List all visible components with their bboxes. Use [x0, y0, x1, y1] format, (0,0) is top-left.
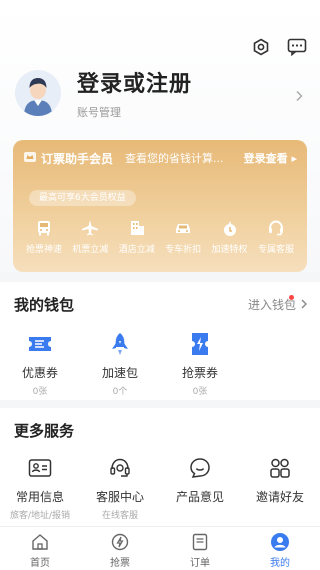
- services-items: 常用信息 旅客/地址/报销 客服中心 在线客服 产品意见 邀请好友: [0, 454, 320, 521]
- services-title: 更多服务: [14, 422, 75, 440]
- wallet-section: 我的钱包 进入钱包 优惠券 0张 加速包 0个 抢票券 0张: [0, 282, 320, 400]
- tab-label: 订单: [190, 558, 210, 569]
- wallet-item-ticket-voucher[interactable]: 抢票券 0张: [160, 330, 240, 397]
- perk-item[interactable]: 专属客服: [253, 218, 299, 255]
- notification-dot: [289, 295, 294, 300]
- message-icon[interactable]: [286, 36, 308, 58]
- home-icon: [0, 532, 80, 552]
- rocket-icon: [80, 330, 160, 358]
- ticket-voucher-icon: [160, 330, 240, 358]
- service-item-common-info[interactable]: 常用信息 旅客/地址/报销: [0, 454, 80, 521]
- wallet-item-label: 优惠券: [21, 366, 58, 380]
- rocket-icon: [207, 218, 253, 238]
- header-area: 登录或注册 账号管理 订票助手会员 查看您的省钱计算... 登录查看 ▸ 最高可…: [0, 0, 320, 272]
- service-item-invite-friends[interactable]: 邀请好友: [240, 454, 320, 521]
- service-label: 常用信息: [15, 490, 64, 504]
- vip-login-link[interactable]: 登录查看 ▸: [244, 150, 297, 166]
- vip-card[interactable]: 订票助手会员 查看您的省钱计算... 登录查看 ▸ 最高可享6大会员权益 抢票神…: [13, 140, 307, 272]
- service-item-customer-center[interactable]: 客服中心 在线客服: [80, 454, 160, 521]
- vip-perks-row: 抢票神速 机票立减 酒店立减 专车折扣 加速特权 专属客服: [21, 218, 299, 255]
- wallet-item-count: 0个: [112, 387, 128, 397]
- service-desc: 在线客服: [101, 511, 138, 521]
- settings-icon[interactable]: [250, 36, 272, 58]
- vip-header: 订票助手会员 查看您的省钱计算... 登录查看 ▸: [13, 140, 307, 176]
- perk-label: 抢票神速: [25, 245, 62, 255]
- tab-label: 抢票: [110, 558, 130, 569]
- headset-icon: [253, 218, 299, 238]
- orders-icon: [160, 532, 240, 552]
- bottom-tab-bar: 首页 抢票 订单 我的: [0, 526, 320, 570]
- chevron-right-icon: [300, 298, 308, 312]
- wallet-item-speedpack[interactable]: 加速包 0个: [80, 330, 160, 397]
- profile-row[interactable]: 登录或注册 账号管理: [15, 66, 305, 120]
- hotel-icon: [114, 218, 160, 238]
- service-desc: 旅客/地址/报销: [9, 511, 71, 521]
- perk-item[interactable]: 抢票神速: [21, 218, 67, 255]
- avatar[interactable]: [15, 70, 61, 116]
- chevron-right-icon: [293, 87, 305, 102]
- plane-icon: [67, 218, 113, 238]
- tab-orders[interactable]: 订单: [160, 527, 240, 570]
- smile-chat-icon: [160, 454, 240, 482]
- wallet-item-coupon[interactable]: 优惠券 0张: [0, 330, 80, 397]
- headset-icon: [80, 454, 160, 482]
- perk-item[interactable]: 加速特权: [207, 218, 253, 255]
- services-section: 更多服务 常用信息 旅客/地址/报销 客服中心 在线客服 产品意见 邀请好友: [0, 408, 320, 528]
- top-icon-group: [250, 36, 308, 58]
- wallet-item-count: 0张: [192, 387, 208, 397]
- bus-icon: [21, 218, 67, 238]
- perk-label: 专属客服: [257, 245, 294, 255]
- id-card-icon: [0, 454, 80, 482]
- coupon-icon: [0, 330, 80, 358]
- perk-label: 机票立减: [72, 245, 109, 255]
- tab-mine[interactable]: 我的: [240, 527, 320, 570]
- enter-wallet-link[interactable]: 进入钱包: [248, 295, 308, 313]
- account-manage-label: 账号管理: [77, 106, 121, 119]
- perk-label: 加速特权: [211, 245, 248, 255]
- tab-home[interactable]: 首页: [0, 527, 80, 570]
- user-icon: [240, 532, 320, 552]
- login-register-title[interactable]: 登录或注册: [77, 66, 293, 98]
- perk-label: 专车折扣: [165, 245, 202, 255]
- tab-label: 首页: [30, 558, 50, 569]
- tab-label: 我的: [270, 558, 290, 569]
- perk-item[interactable]: 专车折扣: [160, 218, 206, 255]
- service-label: 产品意见: [175, 490, 224, 504]
- vip-savings-text[interactable]: 查看您的省钱计算...: [125, 150, 244, 166]
- car-icon: [160, 218, 206, 238]
- wallet-title: 我的钱包: [14, 296, 75, 314]
- wallet-item-count: 0张: [32, 387, 48, 397]
- perk-item[interactable]: 机票立减: [67, 218, 113, 255]
- profile-info: 登录或注册 账号管理: [77, 66, 293, 120]
- perk-item[interactable]: 酒店立减: [114, 218, 160, 255]
- perk-label: 酒店立减: [118, 245, 155, 255]
- service-label: 邀请好友: [255, 490, 304, 504]
- vip-benefits-pill: 最高可享6大会员权益: [29, 190, 136, 206]
- invite-friends-icon: [240, 454, 320, 482]
- wallet-item-label: 抢票券: [181, 366, 218, 380]
- service-item-feedback[interactable]: 产品意见: [160, 454, 240, 521]
- vip-crown-icon: [23, 149, 37, 168]
- wallet-items: 优惠券 0张 加速包 0个 抢票券 0张: [0, 330, 240, 397]
- lightning-icon: [80, 532, 160, 552]
- vip-title: 订票助手会员: [41, 151, 114, 166]
- tab-grab-tickets[interactable]: 抢票: [80, 527, 160, 570]
- wallet-item-label: 加速包: [101, 366, 138, 380]
- service-label: 客服中心: [95, 490, 144, 504]
